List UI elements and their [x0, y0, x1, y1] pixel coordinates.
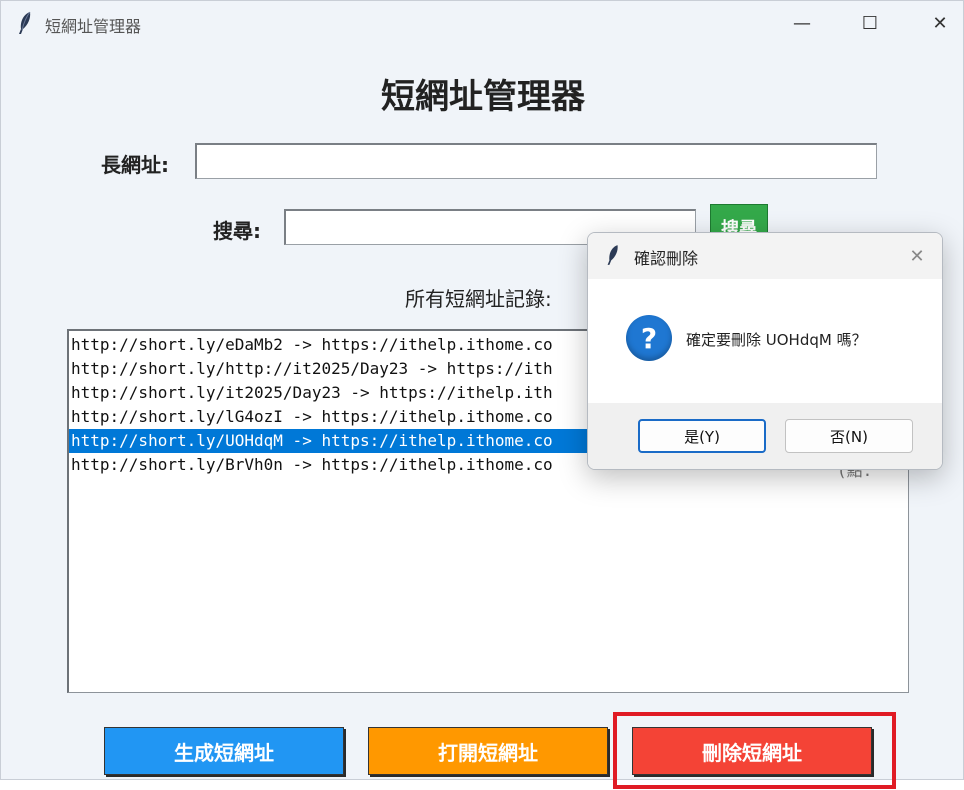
question-icon: ? [626, 315, 672, 361]
dialog-body: ? 確定要刪除 UOHdqM 嗎？ [588, 279, 942, 403]
window-title: 短網址管理器 [45, 17, 142, 36]
title-bar[interactable]: 短網址管理器 — ☐ ✕ [1, 1, 963, 45]
dialog-title: 確認刪除 [634, 249, 699, 268]
dialog-message: 確定要刪除 UOHdqM 嗎？ [686, 331, 867, 349]
minimize-button[interactable]: — [779, 7, 825, 39]
list-item-selected[interactable]: http://short.ly/UOHdqM -> https://ithelp… [69, 429, 589, 453]
delete-button[interactable]: 刪除短網址 [632, 727, 872, 775]
close-button[interactable]: ✕ [917, 7, 963, 39]
dialog-close-icon[interactable]: ✕ [904, 243, 930, 269]
confirm-dialog: 確認刪除 ✕ ? 確定要刪除 UOHdqM 嗎？ 是(Y) 否(N) [587, 232, 943, 470]
long-url-label: 長網址: [101, 153, 169, 177]
no-button[interactable]: 否(N) [785, 419, 913, 453]
generate-button[interactable]: 生成短網址 [104, 727, 344, 775]
open-button[interactable]: 打開短網址 [368, 727, 608, 775]
maximize-button[interactable]: ☐ [847, 7, 893, 39]
feather-icon [19, 11, 31, 34]
search-label: 搜尋: [213, 219, 261, 243]
feather-icon [607, 245, 618, 265]
long-url-input[interactable] [195, 143, 877, 179]
yes-button[interactable]: 是(Y) [638, 419, 766, 453]
dialog-title-bar[interactable]: 確認刪除 ✕ [588, 233, 942, 279]
records-label: 所有短網址記錄: [405, 287, 552, 311]
dialog-footer: 是(Y) 否(N) [588, 403, 942, 469]
page-title: 短網址管理器 [381, 77, 585, 117]
